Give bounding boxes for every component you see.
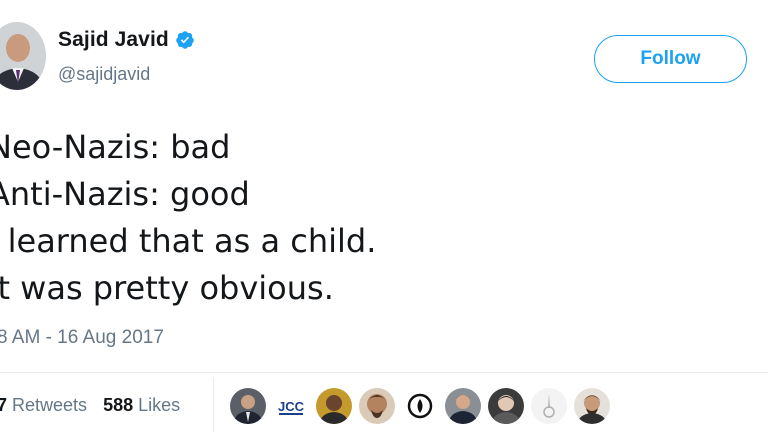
author-display-name[interactable]: Sajid Javid xyxy=(58,28,169,52)
liker-avatar-2[interactable] xyxy=(316,388,352,424)
likes-label: Likes xyxy=(138,395,181,415)
liker-avatar-5[interactable] xyxy=(488,388,524,424)
jcc-logo-icon: JCC xyxy=(273,388,309,424)
liker-avatar-circle-logo[interactable] xyxy=(402,388,438,424)
liker-avatar-4[interactable] xyxy=(445,388,481,424)
follow-button[interactable]: Follow xyxy=(594,35,747,83)
emblem-icon xyxy=(531,388,567,424)
tweet-stats: 7 Retweets 588 Likes xyxy=(0,395,180,416)
author-name-row: Sajid Javid xyxy=(58,28,195,52)
tweet-text: Neo-Nazis: bad Anti-Nazis: good I learned … xyxy=(0,124,376,312)
likes-stat[interactable]: 588 Likes xyxy=(103,395,180,416)
person-avatar-icon xyxy=(445,388,481,424)
person-avatar-icon xyxy=(230,388,266,424)
liker-avatar-1[interactable] xyxy=(230,388,266,424)
tweet-card: Sajid Javid @sajidjavid Follow Neo-Nazis… xyxy=(0,0,768,432)
jcc-logo-text: JCC xyxy=(278,399,305,414)
tweet-timestamp[interactable]: 8 AM - 16 Aug 2017 xyxy=(0,327,164,349)
retweets-stat[interactable]: 7 Retweets xyxy=(0,395,87,416)
person-avatar-icon xyxy=(359,388,395,424)
person-avatar-icon xyxy=(574,388,610,424)
liker-avatar-emblem[interactable] xyxy=(531,388,567,424)
author-handle[interactable]: @sajidjavid xyxy=(58,64,150,85)
verified-badge-icon xyxy=(175,30,195,50)
tweet-line: Neo-Nazis: bad xyxy=(0,128,231,166)
likers-list: JCC xyxy=(230,388,610,424)
liker-avatar-3[interactable] xyxy=(359,388,395,424)
likes-count: 588 xyxy=(103,395,134,415)
tweet-line: It was pretty obvious. xyxy=(0,269,334,307)
person-avatar-icon xyxy=(488,388,524,424)
retweets-count: 7 xyxy=(0,395,8,415)
circle-logo-icon xyxy=(402,388,438,424)
divider xyxy=(0,372,768,373)
tweet-line: I learned that as a child. xyxy=(0,222,377,260)
person-avatar-icon xyxy=(316,388,352,424)
tweet-line: Anti-Nazis: good xyxy=(0,175,250,213)
liker-avatar-jcc[interactable]: JCC xyxy=(273,388,309,424)
person-avatar-icon xyxy=(0,22,46,90)
liker-avatar-6[interactable] xyxy=(574,388,610,424)
stats-divider xyxy=(213,377,214,432)
author-avatar[interactable] xyxy=(0,22,46,90)
retweets-label: Retweets xyxy=(12,395,88,415)
